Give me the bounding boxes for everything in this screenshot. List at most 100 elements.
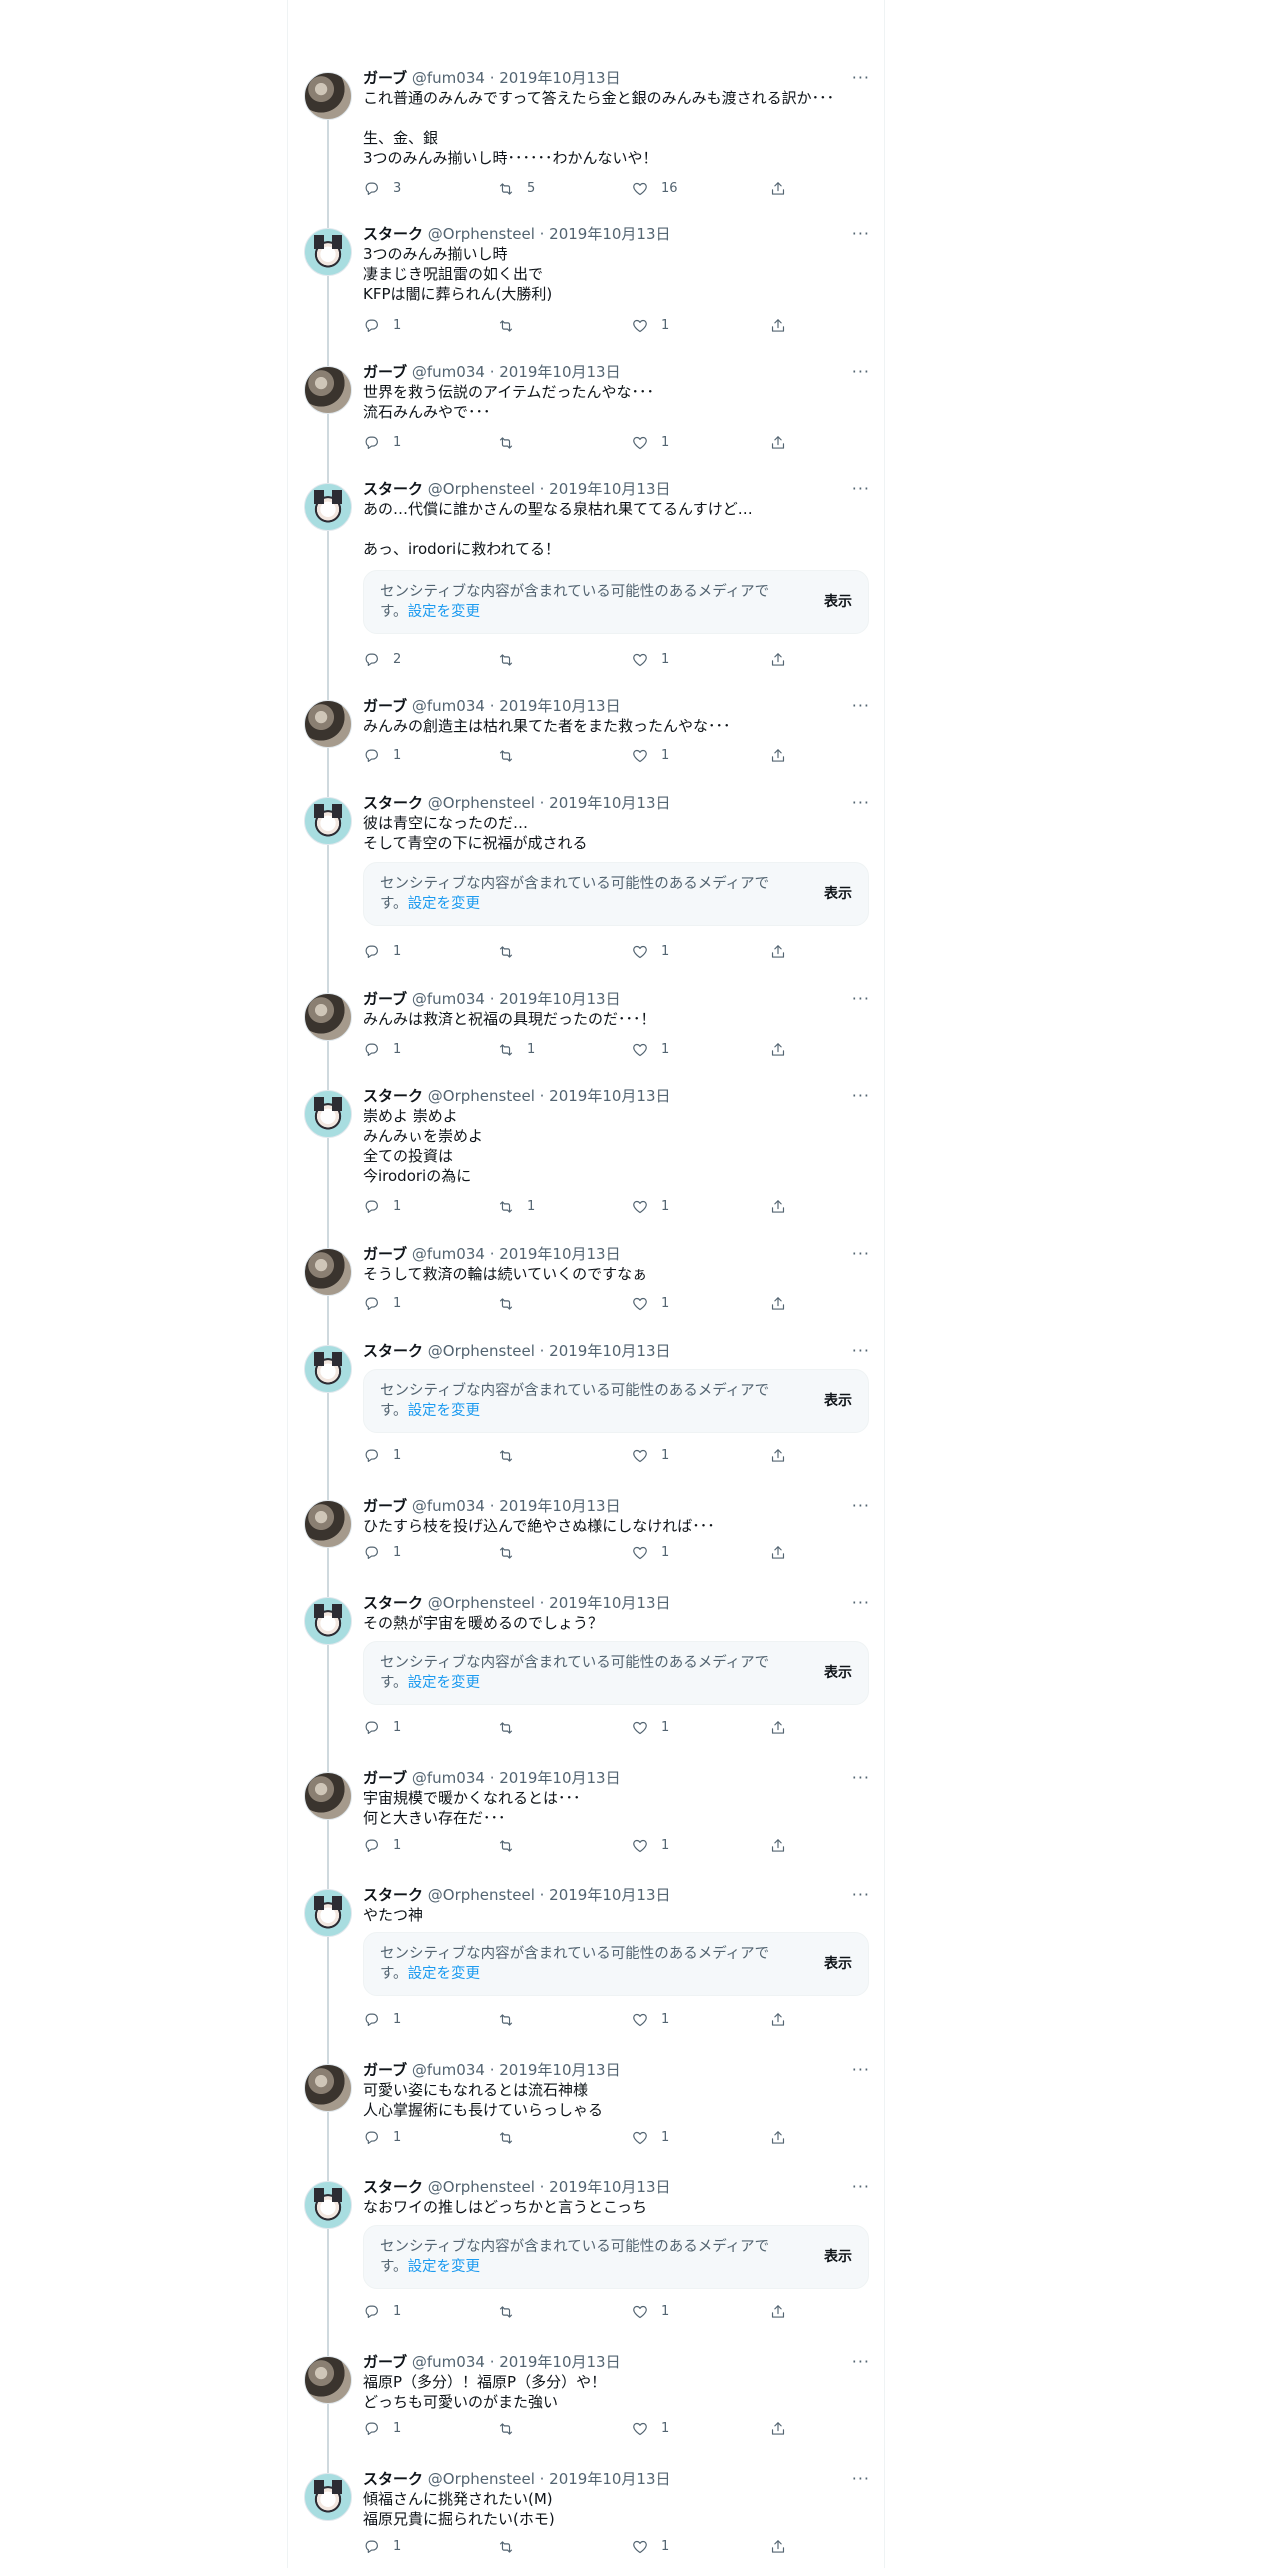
- like-button[interactable]: 1: [631, 2419, 751, 2439]
- user-display-name[interactable]: スターク: [363, 2470, 423, 2488]
- retweet-button[interactable]: 1: [497, 1040, 617, 1060]
- retweet-button[interactable]: [497, 1718, 617, 1738]
- like-button[interactable]: 1: [631, 1040, 751, 1060]
- reply-button[interactable]: 1: [363, 2302, 483, 2322]
- like-button[interactable]: 1: [631, 746, 751, 766]
- retweet-button[interactable]: [497, 1836, 617, 1856]
- tweet-date[interactable]: 2019年10月13日: [549, 225, 670, 243]
- reply-button[interactable]: 1: [363, 316, 483, 336]
- more-options-icon[interactable]: ···: [852, 1086, 870, 1106]
- like-button[interactable]: 1: [631, 2302, 751, 2322]
- change-settings-link[interactable]: 設定を変更: [408, 2259, 481, 2275]
- change-settings-link[interactable]: 設定を変更: [408, 1966, 481, 1982]
- more-options-icon[interactable]: ···: [852, 68, 870, 88]
- user-handle[interactable]: @fum034: [412, 697, 485, 715]
- user-display-name[interactable]: スターク: [363, 1886, 423, 1904]
- show-media-button[interactable]: 表示: [824, 1390, 852, 1410]
- retweet-button[interactable]: [497, 433, 617, 453]
- like-button[interactable]: 1: [631, 650, 751, 670]
- tweet-date[interactable]: 2019年10月13日: [499, 1245, 620, 1263]
- more-options-icon[interactable]: ···: [852, 989, 870, 1009]
- avatar[interactable]: [304, 797, 352, 845]
- avatar[interactable]: [304, 700, 352, 748]
- share-button[interactable]: [769, 2537, 793, 2557]
- like-button[interactable]: 1: [631, 433, 751, 453]
- like-button[interactable]: 16: [631, 179, 751, 199]
- avatar[interactable]: [304, 2356, 352, 2404]
- retweet-button[interactable]: [497, 2128, 617, 2148]
- retweet-button[interactable]: [497, 1294, 617, 1314]
- user-handle[interactable]: @Orphensteel: [428, 480, 535, 498]
- user-handle[interactable]: @Orphensteel: [428, 225, 535, 243]
- avatar[interactable]: [304, 1772, 352, 1820]
- avatar[interactable]: [304, 1090, 352, 1138]
- reply-button[interactable]: 1: [363, 1718, 483, 1738]
- show-media-button[interactable]: 表示: [824, 883, 852, 903]
- tweet-date[interactable]: 2019年10月13日: [549, 2470, 670, 2488]
- avatar[interactable]: [304, 1889, 352, 1937]
- user-handle[interactable]: @fum034: [412, 990, 485, 1008]
- reply-button[interactable]: 1: [363, 1197, 483, 1217]
- user-display-name[interactable]: ガーブ: [363, 1245, 407, 1263]
- share-button[interactable]: [769, 942, 793, 962]
- user-display-name[interactable]: ガーブ: [363, 69, 407, 87]
- retweet-button[interactable]: [497, 2302, 617, 2322]
- avatar[interactable]: [304, 1500, 352, 1548]
- avatar[interactable]: [304, 228, 352, 276]
- user-handle[interactable]: @fum034: [412, 1245, 485, 1263]
- retweet-button[interactable]: [497, 2537, 617, 2557]
- user-handle[interactable]: @Orphensteel: [428, 1594, 535, 1612]
- retweet-button[interactable]: [497, 316, 617, 336]
- retweet-button[interactable]: 5: [497, 179, 617, 199]
- avatar[interactable]: [304, 2473, 352, 2521]
- avatar[interactable]: [304, 1345, 352, 1393]
- user-display-name[interactable]: ガーブ: [363, 697, 407, 715]
- avatar[interactable]: [304, 993, 352, 1041]
- more-options-icon[interactable]: ···: [852, 1341, 870, 1361]
- tweet-date[interactable]: 2019年10月13日: [499, 1497, 620, 1515]
- like-button[interactable]: 1: [631, 1718, 751, 1738]
- tweet-date[interactable]: 2019年10月13日: [499, 2061, 620, 2079]
- reply-button[interactable]: 3: [363, 179, 483, 199]
- user-handle[interactable]: @Orphensteel: [428, 1087, 535, 1105]
- more-options-icon[interactable]: ···: [852, 2060, 870, 2080]
- retweet-button[interactable]: [497, 942, 617, 962]
- user-handle[interactable]: @Orphensteel: [428, 1886, 535, 1904]
- more-options-icon[interactable]: ···: [852, 2352, 870, 2372]
- tweet-date[interactable]: 2019年10月13日: [499, 1769, 620, 1787]
- user-handle[interactable]: @fum034: [412, 1497, 485, 1515]
- more-options-icon[interactable]: ···: [852, 1496, 870, 1516]
- like-button[interactable]: 1: [631, 942, 751, 962]
- reply-button[interactable]: 1: [363, 2128, 483, 2148]
- more-options-icon[interactable]: ···: [852, 2469, 870, 2489]
- share-button[interactable]: [769, 433, 793, 453]
- tweet-date[interactable]: 2019年10月13日: [499, 990, 620, 1008]
- share-button[interactable]: [769, 1197, 793, 1217]
- change-settings-link[interactable]: 設定を変更: [408, 1403, 481, 1419]
- user-display-name[interactable]: スターク: [363, 480, 423, 498]
- change-settings-link[interactable]: 設定を変更: [408, 1675, 481, 1691]
- more-options-icon[interactable]: ···: [852, 1593, 870, 1613]
- more-options-icon[interactable]: ···: [852, 1244, 870, 1264]
- tweet-date[interactable]: 2019年10月13日: [549, 2178, 670, 2196]
- reply-button[interactable]: 1: [363, 2419, 483, 2439]
- user-display-name[interactable]: スターク: [363, 1594, 423, 1612]
- tweet-date[interactable]: 2019年10月13日: [549, 480, 670, 498]
- more-options-icon[interactable]: ···: [852, 793, 870, 813]
- tweet-date[interactable]: 2019年10月13日: [549, 794, 670, 812]
- more-options-icon[interactable]: ···: [852, 479, 870, 499]
- user-display-name[interactable]: ガーブ: [363, 2061, 407, 2079]
- show-media-button[interactable]: 表示: [824, 591, 852, 611]
- share-button[interactable]: [769, 1040, 793, 1060]
- share-button[interactable]: [769, 1836, 793, 1856]
- user-handle[interactable]: @fum034: [412, 2353, 485, 2371]
- share-button[interactable]: [769, 1718, 793, 1738]
- like-button[interactable]: 1: [631, 1836, 751, 1856]
- reply-button[interactable]: 1: [363, 2537, 483, 2557]
- tweet-date[interactable]: 2019年10月13日: [499, 363, 620, 381]
- share-button[interactable]: [769, 746, 793, 766]
- reply-button[interactable]: 1: [363, 746, 483, 766]
- retweet-button[interactable]: [497, 2010, 617, 2030]
- like-button[interactable]: 1: [631, 1197, 751, 1217]
- show-media-button[interactable]: 表示: [824, 2246, 852, 2266]
